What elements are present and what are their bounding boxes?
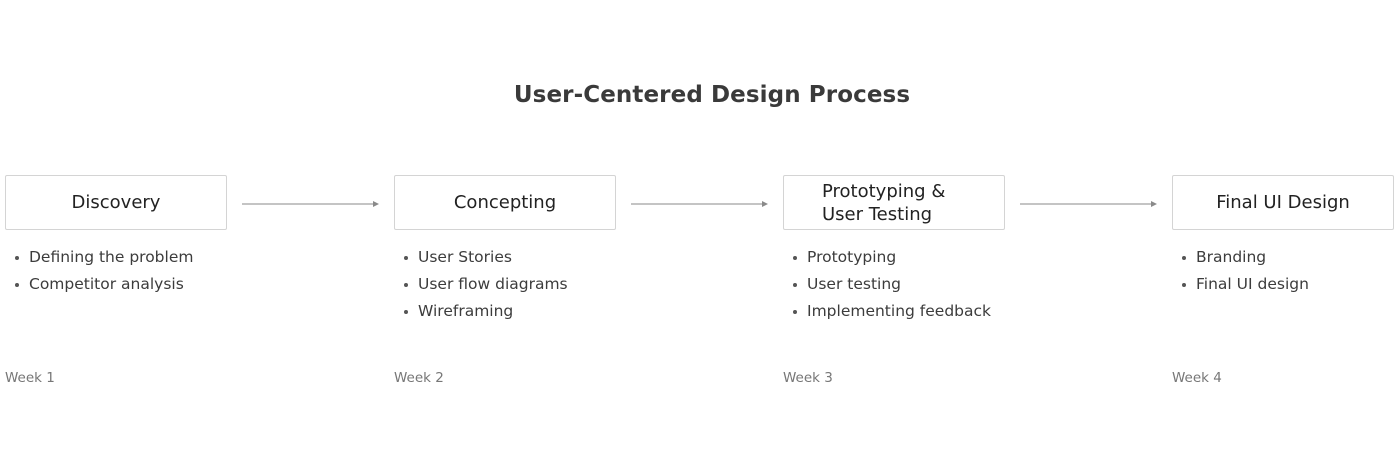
list-item: Defining the problem <box>5 244 227 271</box>
list-item: User Stories <box>394 244 616 271</box>
stage-title: Concepting <box>453 192 557 213</box>
list-item: Competitor analysis <box>5 271 227 298</box>
stage-items: Prototyping User testing Implementing fe… <box>783 244 1005 325</box>
stage-items: Defining the problem Competitor analysis <box>5 244 227 298</box>
stage-box: Discovery <box>5 175 227 230</box>
list-item: User flow diagrams <box>394 271 616 298</box>
list-item: User testing <box>783 271 1005 298</box>
stage-items: Branding Final UI design <box>1172 244 1394 298</box>
stage-box: Prototyping & User Testing <box>783 175 1005 230</box>
stage-box: Final UI Design <box>1172 175 1394 230</box>
stage-discovery: Discovery Defining the problem Competito… <box>5 175 227 298</box>
stage-concepting: Concepting User Stories User flow diagra… <box>394 175 616 325</box>
stage-title: Prototyping & User Testing <box>822 180 945 226</box>
stage-title-line: Prototyping & <box>822 180 946 202</box>
list-item: Branding <box>1172 244 1394 271</box>
stage-box: Concepting <box>394 175 616 230</box>
week-label: Week 3 <box>783 370 833 386</box>
arrow-right-icon <box>242 201 379 207</box>
stage-title-line: User Testing <box>822 203 933 225</box>
arrow-right-icon <box>631 201 768 207</box>
stage-title: Final UI Design <box>1216 192 1350 213</box>
week-label: Week 4 <box>1172 370 1222 386</box>
list-item: Prototyping <box>783 244 1005 271</box>
list-item: Wireframing <box>394 298 616 325</box>
diagram-title: User-Centered Design Process <box>513 82 911 108</box>
list-item: Final UI design <box>1172 271 1394 298</box>
stage-prototyping-user-testing: Prototyping & User Testing Prototyping U… <box>783 175 1005 325</box>
stage-items: User Stories User flow diagrams Wirefram… <box>394 244 616 325</box>
stage-title: Discovery <box>71 192 161 213</box>
arrow-right-icon <box>1020 201 1157 207</box>
week-label: Week 2 <box>394 370 444 386</box>
week-label: Week 1 <box>5 370 55 386</box>
list-item: Implementing feedback <box>783 298 1005 325</box>
stage-final-ui-design: Final UI Design Branding Final UI design <box>1172 175 1394 298</box>
